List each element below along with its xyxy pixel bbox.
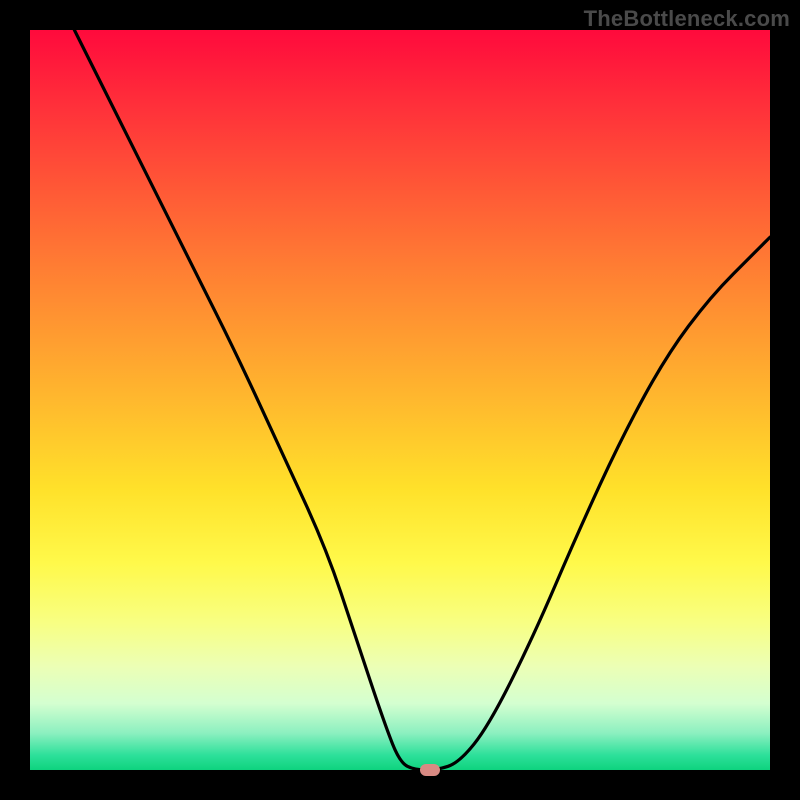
chart-frame: TheBottleneck.com: [0, 0, 800, 800]
watermark-label: TheBottleneck.com: [584, 6, 790, 32]
minimum-marker: [420, 764, 440, 776]
plot-area: [30, 30, 770, 770]
bottleneck-curve: [30, 30, 770, 770]
